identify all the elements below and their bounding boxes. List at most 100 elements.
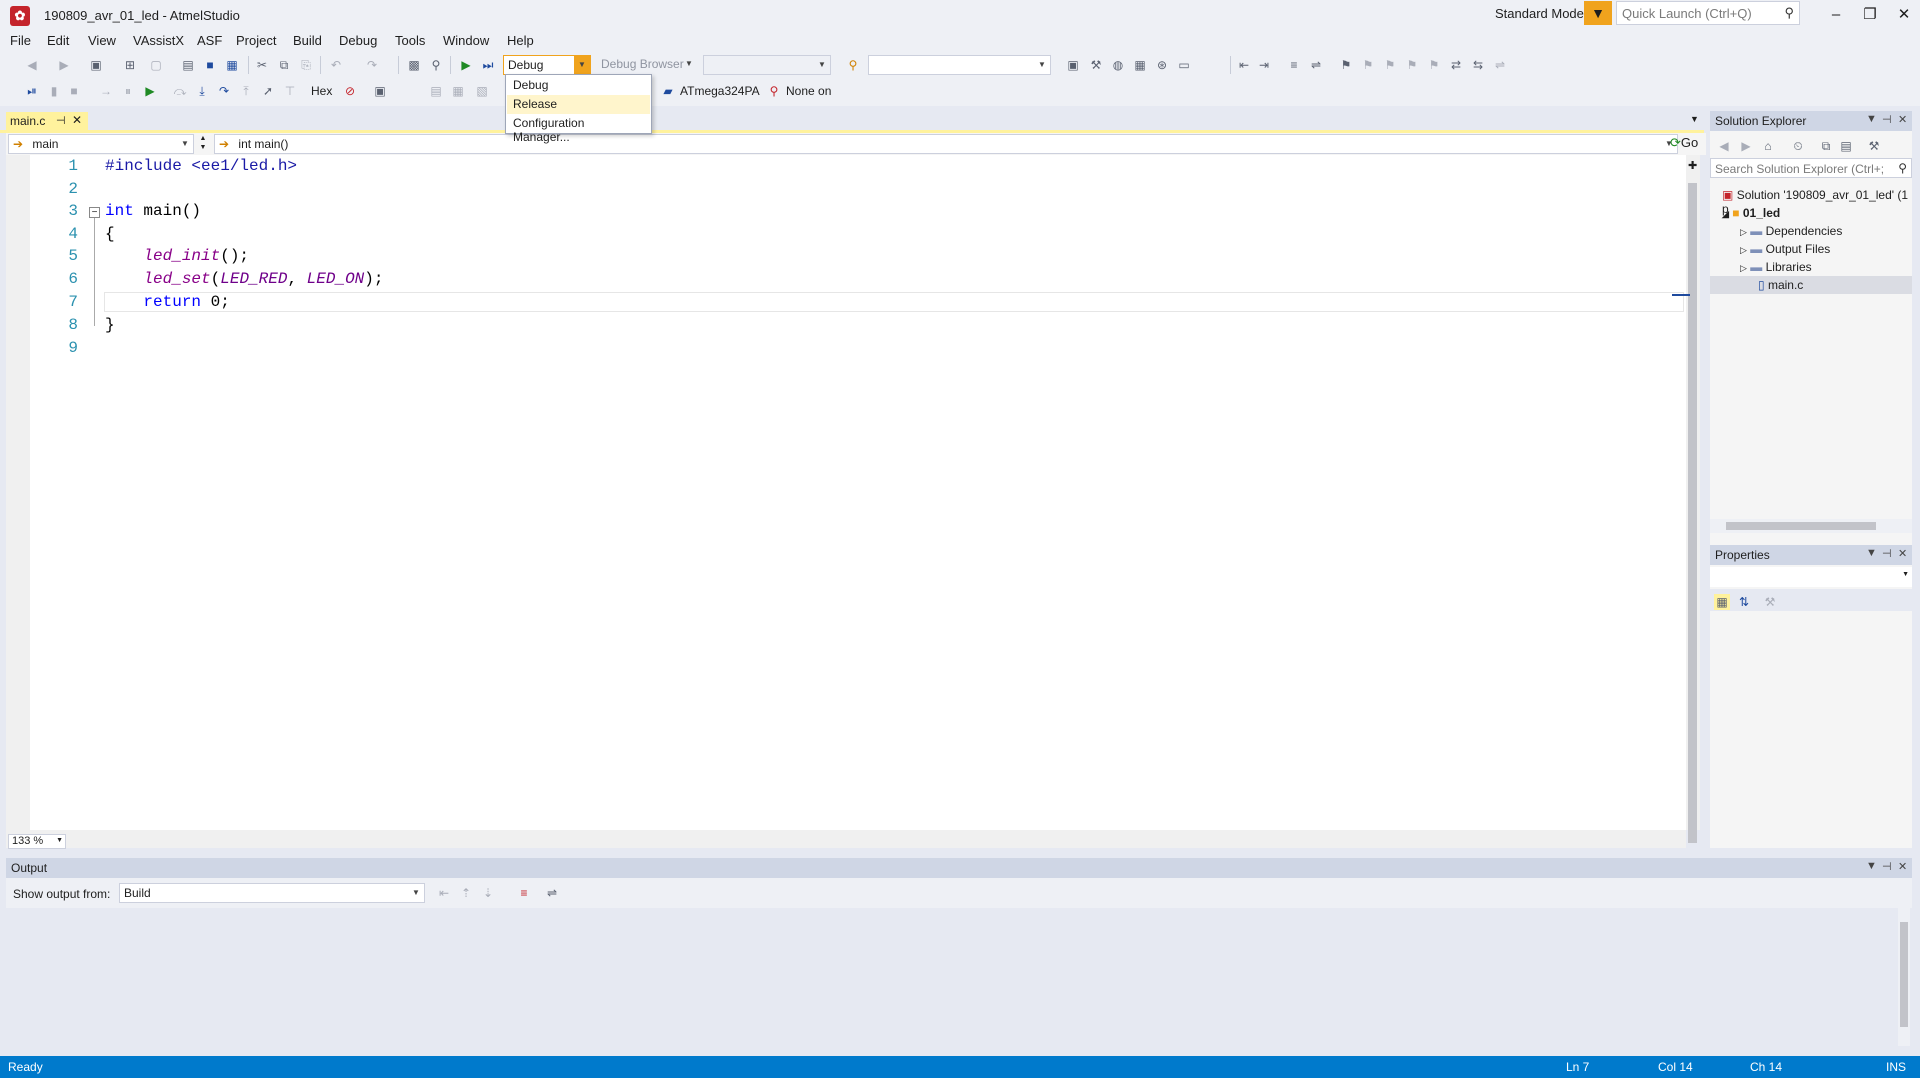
menu-file[interactable]: File — [10, 33, 31, 48]
menu-window[interactable]: Window — [443, 33, 489, 48]
menu-asf[interactable]: ASF — [197, 33, 222, 48]
menu-help[interactable]: Help — [507, 33, 534, 48]
step-into-icon[interactable]: ⤓ — [194, 83, 210, 99]
add-item-icon[interactable]: ⊞ — [122, 57, 138, 73]
tool-icon-1[interactable]: ▣ — [1065, 57, 1081, 73]
prev-message-icon[interactable]: ⇡ — [458, 885, 474, 901]
output-vscroll[interactable] — [1898, 908, 1910, 1046]
find-in-files-icon[interactable]: ⚲ — [845, 57, 861, 73]
pin-icon[interactable]: ⊣ — [1882, 860, 1892, 873]
step-out-icon[interactable]: ⤒ — [238, 83, 254, 99]
menu-project[interactable]: Project — [236, 33, 276, 48]
tree-item-main-c[interactable]: ▯ main.c — [1710, 276, 1912, 294]
new-project-icon[interactable]: ▣ — [88, 57, 104, 73]
home-icon[interactable]: ⌂ — [1760, 138, 1776, 154]
chip-icon[interactable]: ◍ — [1110, 57, 1126, 73]
doc-dropdown-icon[interactable]: ▼ — [1690, 114, 1699, 124]
memory-icon[interactable]: ▤ — [428, 83, 444, 99]
debug-icon[interactable]: ⊛ — [1154, 57, 1170, 73]
forward-icon[interactable]: ▶ — [1738, 138, 1754, 154]
option-configuration-manager[interactable]: Configuration Manager... — [507, 114, 650, 144]
solution-icon[interactable]: ▩ — [406, 57, 422, 73]
goto-message-icon[interactable]: ⇤ — [436, 885, 452, 901]
menu-tools[interactable]: Tools — [395, 33, 425, 48]
menu-debug[interactable]: Debug — [339, 33, 377, 48]
next-bookmark-folder-icon[interactable]: ⚑ — [1404, 57, 1420, 73]
prev-bookmark-icon[interactable]: ⚑ — [1360, 57, 1376, 73]
indent-decrease-icon[interactable]: ⇤ — [1236, 57, 1252, 73]
save-icon[interactable]: ■ — [202, 57, 218, 73]
bookmark-icon[interactable]: ⚑ — [1338, 57, 1354, 73]
minimize-button[interactable]: – — [1822, 4, 1850, 26]
sync-icon[interactable]: ⇄ — [1448, 57, 1464, 73]
quick-launch-input[interactable]: Quick Launch (Ctrl+Q) ⚲ — [1616, 1, 1800, 25]
feedback-filter-icon[interactable]: ▼ — [1584, 1, 1612, 25]
split-icon[interactable]: ✚ — [1688, 159, 1697, 172]
disabled-icon[interactable]: ⇌ — [1492, 57, 1508, 73]
splitter-icon[interactable]: ▲ ▼ — [196, 134, 210, 154]
io-view-icon[interactable]: ▧ — [474, 83, 490, 99]
menu-build[interactable]: Build — [293, 33, 322, 48]
history-icon[interactable]: ⏲ — [1790, 138, 1806, 154]
breakpoints-icon[interactable]: ⊘ — [342, 83, 358, 99]
wrench-icon[interactable]: ⚒ — [1088, 57, 1104, 73]
member-select[interactable]: ➔ int main() ▼ — [214, 134, 1678, 154]
scroll-thumb[interactable] — [1726, 522, 1876, 530]
copy-icon[interactable]: ⧉ — [276, 57, 292, 73]
next-message-icon[interactable]: ⇣ — [480, 885, 496, 901]
tree-item-project[interactable]: ◢ ■ 01_led — [1722, 206, 1780, 220]
vertical-scrollbar[interactable]: ✚ — [1672, 155, 1700, 843]
dropdown-icon[interactable]: ▼ — [1866, 860, 1877, 872]
solution-hscroll[interactable] — [1710, 519, 1912, 533]
scroll-thumb[interactable] — [1900, 922, 1908, 1027]
open-file-icon[interactable]: ▤ — [180, 57, 196, 73]
tree-item-dependencies[interactable]: ▷ ▬ Dependencies — [1740, 224, 1842, 238]
scroll-thumb[interactable] — [1688, 183, 1697, 843]
device-icon[interactable]: ▰ — [660, 83, 676, 99]
indent-increase-icon[interactable]: ⇥ — [1256, 57, 1272, 73]
forward-icon[interactable]: ▶ — [56, 57, 72, 73]
clear-bookmarks-icon[interactable]: ⚑ — [1426, 57, 1442, 73]
new-file-icon[interactable]: ▢ — [148, 57, 164, 73]
layout-icon[interactable]: ▭ — [1176, 57, 1192, 73]
close-icon[interactable]: ✕ — [1898, 113, 1907, 126]
dropdown-icon[interactable]: ▼ — [1866, 547, 1877, 559]
undo-icon[interactable]: ↶ — [328, 57, 344, 73]
zoom-select[interactable]: 133 % ▼ — [8, 834, 66, 849]
find-icon[interactable]: ⚲ — [428, 57, 444, 73]
solution-configuration-select[interactable]: Debug ▼ — [503, 55, 591, 75]
menu-view[interactable]: View — [88, 33, 116, 48]
stop-icon[interactable]: ■ — [66, 83, 82, 99]
clear-all-icon[interactable]: ≡ — [516, 885, 532, 901]
tab-main-c[interactable]: main.c ⊣ ✕ — [6, 112, 88, 130]
device-label[interactable]: ATmega324PA — [680, 84, 760, 98]
pause-icon[interactable]: ⏸ — [120, 83, 136, 99]
pin-icon[interactable]: ⊣ — [1882, 113, 1892, 126]
categorized-icon[interactable]: ▦ — [1714, 594, 1730, 610]
horizontal-scrollbar[interactable] — [6, 830, 1686, 848]
device-programming-icon[interactable]: ▦ — [1132, 57, 1148, 73]
alphabetical-icon[interactable]: ⇅ — [1736, 594, 1752, 610]
menu-vassistx[interactable]: VAssistX — [133, 33, 184, 48]
solution-search-input[interactable]: Search Solution Explorer (Ctrl+; ⚲ — [1710, 158, 1912, 178]
menu-edit[interactable]: Edit — [47, 33, 69, 48]
uncomment-icon[interactable]: ⇌ — [1308, 57, 1324, 73]
pin-icon[interactable]: ⊣ — [1882, 547, 1892, 560]
output-text-area[interactable] — [6, 908, 1912, 1048]
run-icon[interactable]: ▶ — [142, 83, 158, 99]
tool-icon[interactable]: ⚲ — [766, 83, 782, 99]
properties-icon[interactable]: ⚒ — [1866, 138, 1882, 154]
hex-toggle[interactable]: Hex — [311, 84, 332, 98]
comment-icon[interactable]: ≡ — [1286, 57, 1302, 73]
tree-item-libraries[interactable]: ▷ ▬ Libraries — [1740, 260, 1812, 274]
cut-icon[interactable]: ✂ — [254, 57, 270, 73]
go-button[interactable]: ⟳Go — [1670, 135, 1698, 151]
start-debugging-icon[interactable]: ▶ — [458, 57, 474, 73]
windows-icon[interactable]: ▣ — [372, 83, 388, 99]
close-tab-icon[interactable]: ✕ — [72, 113, 82, 127]
option-release[interactable]: Release — [507, 95, 650, 114]
redo-icon[interactable]: ↷ — [364, 57, 380, 73]
save-all-icon[interactable]: ▦ — [224, 57, 240, 73]
tool-label[interactable]: None on — [786, 84, 831, 98]
step-icon[interactable]: ⤼ — [172, 83, 188, 99]
